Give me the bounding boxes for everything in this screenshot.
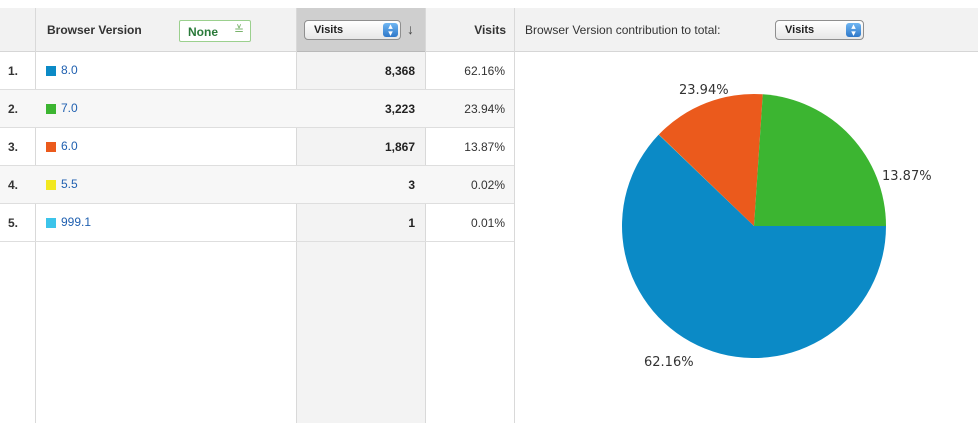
row-rank: 4. (8, 178, 19, 192)
percent-column-title[interactable]: Visits (470, 23, 506, 37)
pie-chart: 62.16% 13.87% 23.94% (622, 83, 932, 370)
color-swatch (46, 180, 56, 190)
contribution-label: Browser Version contribution to total: (525, 23, 721, 37)
visits-value: 3 (408, 178, 415, 192)
table-row: 5. 999.1 1 0.01% (0, 204, 514, 242)
pie-label-8-0: 62.16% (644, 355, 694, 370)
visits-value: 1,867 (384, 140, 415, 154)
browser-version-link[interactable]: 5.5 (61, 177, 78, 191)
table-row: 1. 8.0 8,368 62.16% (0, 52, 514, 90)
percent-value: 62.16% (464, 64, 505, 78)
select-stepper-icon: ▴ ▾ (846, 22, 861, 38)
color-swatch (46, 66, 56, 76)
dimension-column-title[interactable]: Browser Version (47, 23, 142, 37)
percent-value: 0.01% (470, 216, 505, 230)
browser-version-link[interactable]: 6.0 (61, 139, 78, 153)
row-rank: 3. (8, 140, 19, 154)
secondary-dimension-select[interactable]: None ≚ (179, 20, 251, 42)
sort-metric-select[interactable]: Visits ▴ ▾ (304, 20, 401, 40)
table-row: 3. 6.0 1,867 13.87% (0, 128, 514, 166)
row-rank: 2. (8, 102, 19, 116)
data-table: Browser Version None ≚ Visits ▴ ▾ ↓ Visit… (0, 8, 978, 423)
table-row: 2. 7.0 3,223 23.94% (0, 90, 514, 128)
contribution-metric-select[interactable]: Visits ▴ ▾ (775, 20, 864, 40)
pie-slice-7-0[interactable] (754, 94, 886, 226)
select-stepper-icon: ▴ ▾ (383, 22, 398, 38)
color-swatch (46, 218, 56, 228)
row-rank: 1. (8, 64, 19, 78)
visits-value: 1 (408, 216, 415, 230)
percent-value: 23.94% (464, 102, 505, 116)
contribution-metric-value: Visits (785, 24, 815, 36)
dimension-header (0, 8, 296, 52)
row-rank: 5. (8, 216, 19, 230)
table-row: 4. 5.5 3 0.02% (0, 166, 514, 204)
sort-descending-icon[interactable]: ↓ (407, 21, 414, 37)
color-swatch (46, 104, 56, 114)
pie-label-7-0: 23.94% (679, 83, 729, 98)
browser-version-link[interactable]: 8.0 (61, 63, 78, 77)
color-swatch (46, 142, 56, 152)
secondary-dimension-value: None (188, 25, 218, 39)
pie-label-6-0: 13.87% (882, 169, 932, 184)
double-chevron-icon: ≚ (233, 23, 244, 37)
visits-value: 3,223 (384, 102, 415, 116)
browser-version-link[interactable]: 999.1 (61, 215, 91, 229)
visits-value: 8,368 (384, 64, 415, 78)
percent-value: 13.87% (464, 140, 505, 154)
browser-version-link[interactable]: 7.0 (61, 101, 78, 115)
sort-metric-value: Visits (314, 24, 344, 36)
percent-value: 0.02% (470, 178, 505, 192)
